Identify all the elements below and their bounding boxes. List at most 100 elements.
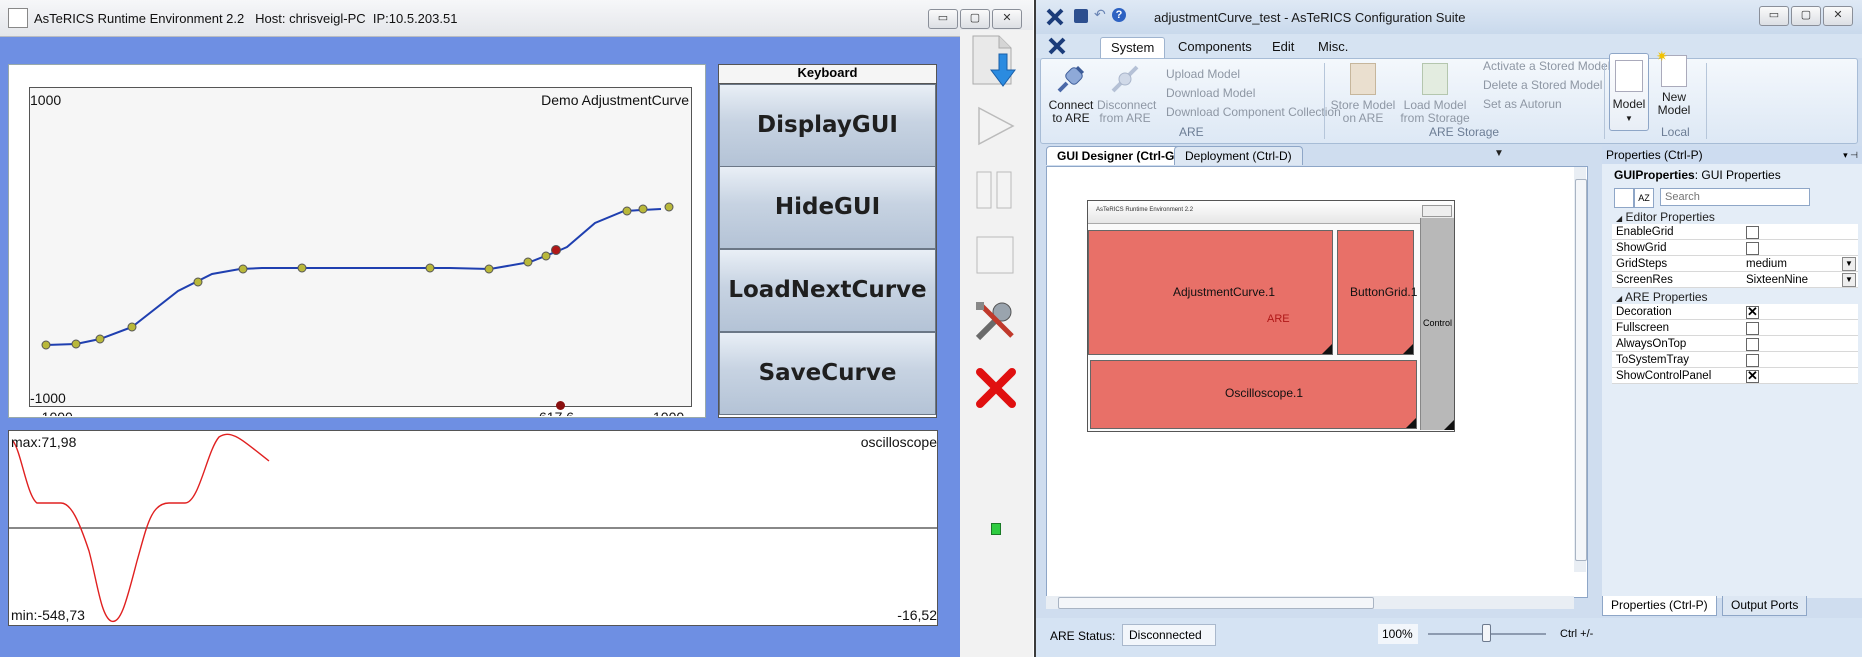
chevron-down-icon[interactable]: ▼	[1842, 273, 1856, 287]
resize-handle[interactable]	[1403, 344, 1413, 354]
curve-point[interactable]	[523, 257, 533, 267]
tools-icon[interactable]	[972, 298, 1018, 344]
curve-point[interactable]	[484, 264, 494, 274]
are-minimize-button[interactable]: ▭	[928, 9, 958, 29]
disconnect-from-are-button[interactable]: Disconnect from ARE	[1097, 63, 1156, 125]
load-next-curve-button[interactable]: LoadNextCurve	[719, 249, 936, 332]
alwaysontop-checkbox[interactable]	[1746, 338, 1759, 351]
curve-point[interactable]	[127, 322, 137, 332]
acs-close-button[interactable]: ✕	[1823, 6, 1853, 26]
curve-point[interactable]	[41, 340, 51, 350]
component-adjustment-curve[interactable]: AdjustmentCurve.1 ARE	[1088, 230, 1333, 355]
download-model-link[interactable]: Download Model	[1166, 86, 1255, 100]
button-grid-component-label: ButtonGrid.1	[1350, 285, 1418, 299]
zoom-slider-thumb[interactable]	[1482, 624, 1491, 642]
properties-search-input[interactable]	[1660, 188, 1810, 206]
deploy-icon[interactable]	[969, 34, 1019, 92]
new-model-button[interactable]: ✷ New Model	[1649, 49, 1699, 117]
alphabetical-sort-icon[interactable]: AZ	[1634, 188, 1654, 208]
application-menu-button[interactable]	[1046, 36, 1068, 56]
tab-deployment[interactable]: Deployment (Ctrl-D)	[1174, 146, 1303, 165]
chevron-down-icon[interactable]: ▼	[1842, 257, 1856, 271]
save-curve-button[interactable]: SaveCurve	[719, 332, 936, 415]
tosystemtray-checkbox[interactable]	[1746, 354, 1759, 367]
object-name-text: GUIProperties	[1614, 168, 1695, 182]
resize-handle[interactable]	[1444, 420, 1454, 430]
model-dropdown-button[interactable]: Model ▼	[1609, 53, 1649, 131]
component-oscilloscope[interactable]: Oscilloscope.1	[1090, 360, 1417, 429]
gui-designer-canvas[interactable]: AsTeRICS Runtime Environment 2.2 Adjustm…	[1046, 166, 1588, 598]
status-bar: ARE Status: Disconnected 100% Ctrl +/-	[1036, 618, 1862, 657]
tab-gui-designer[interactable]: GUI Designer (Ctrl-G)	[1046, 146, 1190, 165]
tab-output-ports[interactable]: Output Ports	[1722, 596, 1808, 616]
acs-minimize-button[interactable]: ▭	[1759, 6, 1789, 26]
are-properties-section[interactable]: ◢ ARE Properties	[1616, 290, 1708, 304]
curve-point[interactable]	[638, 204, 648, 214]
close-icon[interactable]	[974, 366, 1018, 410]
curve-point[interactable]	[664, 202, 674, 212]
stop-icon[interactable]	[975, 235, 1015, 275]
property-name: ShowGrid	[1612, 240, 1742, 256]
component-control-panel[interactable]: Control	[1420, 218, 1454, 430]
canvas-vertical-scrollbar[interactable]	[1574, 167, 1587, 572]
enablegrid-checkbox[interactable]	[1746, 226, 1759, 239]
tab-properties[interactable]: Properties (Ctrl-P)	[1602, 596, 1717, 616]
pin-icon[interactable]: ▾ ⊣	[1843, 146, 1858, 164]
resize-handle[interactable]	[1322, 344, 1332, 354]
editor-properties-section[interactable]: ◢ Editor Properties	[1616, 210, 1715, 224]
acs-window-title: adjustmentCurve_test - AsTeRICS Configur…	[1154, 10, 1466, 25]
new-document-icon: ✷	[1656, 49, 1687, 87]
save-icon[interactable]	[1074, 9, 1088, 23]
curve-point[interactable]	[238, 264, 248, 274]
curve-point[interactable]	[541, 251, 551, 261]
delete-stored-model-link[interactable]: Delete a Stored Model	[1483, 78, 1602, 92]
curve-point[interactable]	[297, 263, 307, 273]
tab-misc[interactable]: Misc.	[1308, 37, 1358, 57]
display-gui-button[interactable]: DisplayGUI	[719, 84, 936, 167]
curve-point[interactable]	[622, 206, 632, 216]
pause-icon[interactable]	[975, 170, 1015, 210]
curve-point-active[interactable]	[551, 245, 561, 255]
upload-model-link[interactable]: Upload Model	[1166, 67, 1240, 81]
download-component-collection-link[interactable]: Download Component Collection	[1166, 105, 1341, 119]
canvas-horizontal-scrollbar[interactable]	[1046, 596, 1574, 609]
gridsteps-select[interactable]: medium ▼	[1742, 256, 1858, 272]
undo-icon[interactable]: ↶	[1094, 6, 1106, 23]
curve-x-left-label: -1000	[37, 407, 73, 416]
play-icon[interactable]	[975, 106, 1015, 146]
tab-components[interactable]: Components	[1168, 37, 1262, 57]
showcontrolpanel-checkbox[interactable]: ✕	[1746, 369, 1759, 383]
maximize-icon: ▢	[1800, 9, 1812, 21]
property-row-gridsteps: GridSteps medium ▼	[1612, 256, 1858, 272]
are-close-button[interactable]: ✕	[992, 9, 1022, 29]
curve-point[interactable]	[193, 277, 203, 287]
curve-point[interactable]	[425, 263, 435, 273]
oscilloscope-min-label: min:-548,73	[11, 607, 85, 623]
tab-edit[interactable]: Edit	[1262, 37, 1304, 57]
store-model-on-are-button[interactable]: Store Model on ARE	[1329, 63, 1397, 125]
fullscreen-checkbox[interactable]	[1746, 322, 1759, 335]
showgrid-checkbox[interactable]	[1746, 242, 1759, 255]
are-maximize-button[interactable]: ▢	[960, 9, 990, 29]
adjustment-curve-plot[interactable]: 1000 Demo AdjustmentCurve -1000	[29, 87, 692, 407]
curve-point[interactable]	[95, 334, 105, 344]
tab-system[interactable]: System	[1100, 37, 1166, 58]
activate-stored-model-link[interactable]: Activate a Stored Model	[1483, 59, 1610, 73]
component-button-grid[interactable]: ButtonGrid.1	[1337, 230, 1418, 355]
connect-to-are-button[interactable]: Connect to ARE	[1045, 63, 1097, 125]
tab-list-dropdown-icon[interactable]: ▼	[1494, 148, 1504, 159]
resize-handle[interactable]	[1406, 418, 1416, 428]
decoration-checkbox[interactable]: ✕	[1746, 305, 1759, 319]
curve-point[interactable]	[71, 339, 81, 349]
property-value	[1742, 320, 1858, 336]
help-icon[interactable]: ?	[1112, 8, 1126, 22]
vertical-scroll-thumb[interactable]	[1575, 179, 1587, 561]
collapse-icon: ◢	[1616, 294, 1623, 303]
screenres-select[interactable]: SixteenNine ▼	[1742, 272, 1858, 288]
horizontal-scroll-thumb[interactable]	[1058, 597, 1374, 609]
load-model-from-storage-button[interactable]: Load Model from Storage	[1399, 63, 1471, 125]
hide-gui-button[interactable]: HideGUI	[719, 166, 936, 249]
categorized-view-icon[interactable]	[1614, 188, 1634, 208]
acs-maximize-button[interactable]: ▢	[1791, 6, 1821, 26]
set-as-autorun-link[interactable]: Set as Autorun	[1483, 97, 1562, 111]
